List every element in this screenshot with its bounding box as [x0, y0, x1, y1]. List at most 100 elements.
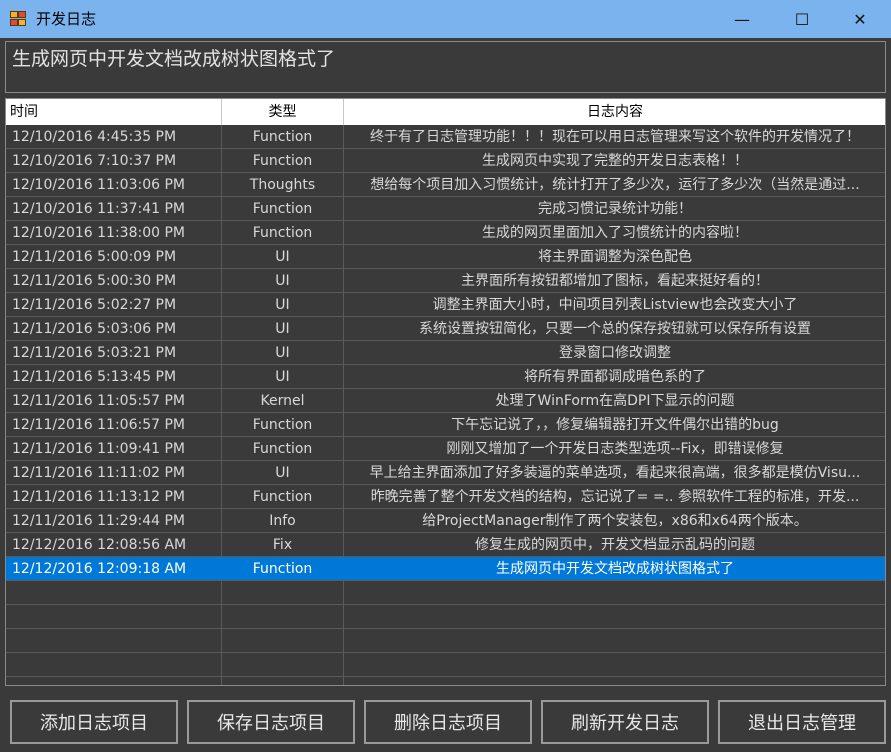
row-content: 修复生成的网页中，开发文档显示乱码的问题 [344, 533, 885, 557]
table-row[interactable]: 12/11/2016 11:29:44 PM Info 给ProjectManage… [6, 509, 885, 533]
row-time: 12/10/2016 4:45:35 PM [6, 125, 222, 149]
row-content: 下午忘记说了，，修复编辑器打开文件偶尔出错的bug [344, 413, 885, 437]
row-type: Kernel [222, 389, 344, 413]
row-type: Function [222, 485, 344, 509]
table-row[interactable]: 12/11/2016 11:09:41 PM Function 刚刚又增加了一个开发… [6, 437, 885, 461]
table-row[interactable]: 12/11/2016 5:03:21 PM UI 登录窗口修改调整 [6, 341, 885, 365]
row-type [222, 605, 344, 629]
column-header-content[interactable]: 日志内容 [344, 99, 885, 125]
row-time: 12/11/2016 11:09:41 PM [6, 437, 222, 461]
row-content: 昨晚完善了整个开发文档的结构，忘记说了= =.. 参照软件工程的标准，开发... [344, 485, 885, 509]
table-row[interactable]: 12/10/2016 7:10:37 PM Function 生成网页中实现了完整的… [6, 149, 885, 173]
table-row[interactable]: 12/11/2016 11:05:57 PM Kernel 处理了WinForm在高… [6, 389, 885, 413]
table-row[interactable]: 12/11/2016 5:13:45 PM UI 将所有界面都调成暗色系的了 [6, 365, 885, 389]
row-time [6, 605, 222, 629]
row-time: 12/11/2016 5:00:09 PM [6, 245, 222, 269]
empty-table-row[interactable] [6, 677, 885, 685]
row-type: Function [222, 437, 344, 461]
row-time: 12/11/2016 5:03:06 PM [6, 317, 222, 341]
exit-log-button[interactable]: 退出日志管理 [718, 700, 886, 744]
row-type [222, 629, 344, 653]
close-button[interactable]: ✕ [829, 0, 891, 38]
maximize-button[interactable]: ☐ [771, 0, 833, 38]
refresh-log-button[interactable]: 刷新开发日志 [541, 700, 709, 744]
row-type [222, 677, 344, 685]
minimize-button[interactable]: — [711, 0, 773, 38]
row-time: 12/12/2016 12:09:18 AM [6, 557, 222, 581]
row-time: 12/11/2016 5:00:30 PM [6, 269, 222, 293]
save-log-button[interactable]: 保存日志项目 [187, 700, 355, 744]
row-type: UI [222, 461, 344, 485]
row-time: 12/11/2016 11:06:57 PM [6, 413, 222, 437]
row-content [344, 677, 885, 685]
table-row[interactable]: 12/12/2016 12:09:18 AM Function 生成网页中开发文档改… [6, 557, 885, 581]
row-time: 12/10/2016 11:03:06 PM [6, 173, 222, 197]
row-time: 12/11/2016 5:03:21 PM [6, 341, 222, 365]
table-row[interactable]: 12/10/2016 4:45:35 PM Function 终于有了日志管理功能！… [6, 125, 885, 149]
table-row[interactable]: 12/11/2016 11:13:12 PM Function 昨晚完善了整个开发文… [6, 485, 885, 509]
row-time: 12/12/2016 12:08:56 AM [6, 533, 222, 557]
row-time [6, 677, 222, 685]
row-type: UI [222, 317, 344, 341]
row-type: UI [222, 365, 344, 389]
empty-table-row[interactable] [6, 653, 885, 677]
window-title: 开发日志 [36, 10, 97, 28]
table-row[interactable]: 12/11/2016 5:03:06 PM UI 系统设置按钮简化，只要一个总的保存… [6, 317, 885, 341]
close-icon: ✕ [853, 9, 867, 29]
row-content [344, 653, 885, 677]
row-type: Function [222, 557, 344, 581]
log-table[interactable]: 时间 类型 日志内容 12/10/2016 4:45:35 PM Function… [5, 98, 886, 686]
row-type: Fix [222, 533, 344, 557]
row-content: 早上给主界面添加了好多装逼的菜单选项，看起来很高端，很多都是模仿Visu... [344, 461, 885, 485]
row-time: 12/11/2016 5:02:27 PM [6, 293, 222, 317]
row-type: UI [222, 245, 344, 269]
row-content: 将主界面调整为深色配色 [344, 245, 885, 269]
row-time: 12/11/2016 11:11:02 PM [6, 461, 222, 485]
row-type: Thoughts [222, 173, 344, 197]
column-header-type[interactable]: 类型 [222, 99, 344, 125]
row-content [344, 629, 885, 653]
table-row[interactable]: 12/11/2016 5:00:09 PM UI 将主界面调整为深色配色 [6, 245, 885, 269]
maximize-icon: ☐ [794, 9, 810, 29]
row-content: 终于有了日志管理功能！！！现在可以用日志管理来写这个软件的开发情况了！ [344, 125, 885, 149]
row-content [344, 605, 885, 629]
row-content: 完成习惯记录统计功能！ [344, 197, 885, 221]
row-time: 12/10/2016 7:10:37 PM [6, 149, 222, 173]
add-log-button[interactable]: 添加日志项目 [10, 700, 178, 744]
row-content [344, 581, 885, 605]
row-type [222, 653, 344, 677]
delete-log-button[interactable]: 删除日志项目 [364, 700, 532, 744]
column-header-time[interactable]: 时间 [6, 99, 222, 125]
row-time: 12/10/2016 11:38:00 PM [6, 221, 222, 245]
empty-table-row[interactable] [6, 581, 885, 605]
table-row[interactable]: 12/11/2016 11:06:57 PM Function 下午忘记说了，，修复… [6, 413, 885, 437]
row-time: 12/11/2016 11:13:12 PM [6, 485, 222, 509]
empty-table-row[interactable] [6, 605, 885, 629]
row-type: Info [222, 509, 344, 533]
row-time: 12/10/2016 11:37:41 PM [6, 197, 222, 221]
table-row[interactable]: 12/11/2016 11:11:02 PM UI 早上给主界面添加了好多装逼的菜单… [6, 461, 885, 485]
row-content: 刚刚又增加了一个开发日志类型选项--Fix，即错误修复 [344, 437, 885, 461]
row-time [6, 653, 222, 677]
row-type: Function [222, 221, 344, 245]
table-row[interactable]: 12/11/2016 5:00:30 PM UI 主界面所有按钮都增加了图标，看起来… [6, 269, 885, 293]
row-content: 给ProjectManager制作了两个安装包，x86和x64两个版本。 [344, 509, 885, 533]
row-time [6, 581, 222, 605]
log-content-field[interactable]: 生成网页中开发文档改成树状图格式了 [5, 41, 886, 93]
row-time: 12/11/2016 11:05:57 PM [6, 389, 222, 413]
table-row[interactable]: 12/12/2016 12:08:56 AM Fix 修复生成的网页中，开发文档显示… [6, 533, 885, 557]
row-time [6, 629, 222, 653]
row-type: Function [222, 413, 344, 437]
table-row[interactable]: 12/10/2016 11:38:00 PM Function 生成的网页里面加入了… [6, 221, 885, 245]
title-bar: 开发日志 — ☐ ✕ [0, 0, 891, 38]
table-row[interactable]: 12/10/2016 11:37:41 PM Function 完成习惯记录统计功能… [6, 197, 885, 221]
empty-table-row[interactable] [6, 629, 885, 653]
minimize-icon: — [734, 9, 750, 29]
row-type: Function [222, 125, 344, 149]
row-type: UI [222, 293, 344, 317]
table-row[interactable]: 12/10/2016 11:03:06 PM Thoughts 想给每个项目加入习惯… [6, 173, 885, 197]
table-row[interactable]: 12/11/2016 5:02:27 PM UI 调整主界面大小时，中间项目列表Li… [6, 293, 885, 317]
row-content: 想给每个项目加入习惯统计，统计打开了多少次，运行了多少次（当然是通过... [344, 173, 885, 197]
row-time: 12/11/2016 11:29:44 PM [6, 509, 222, 533]
row-type: Function [222, 197, 344, 221]
